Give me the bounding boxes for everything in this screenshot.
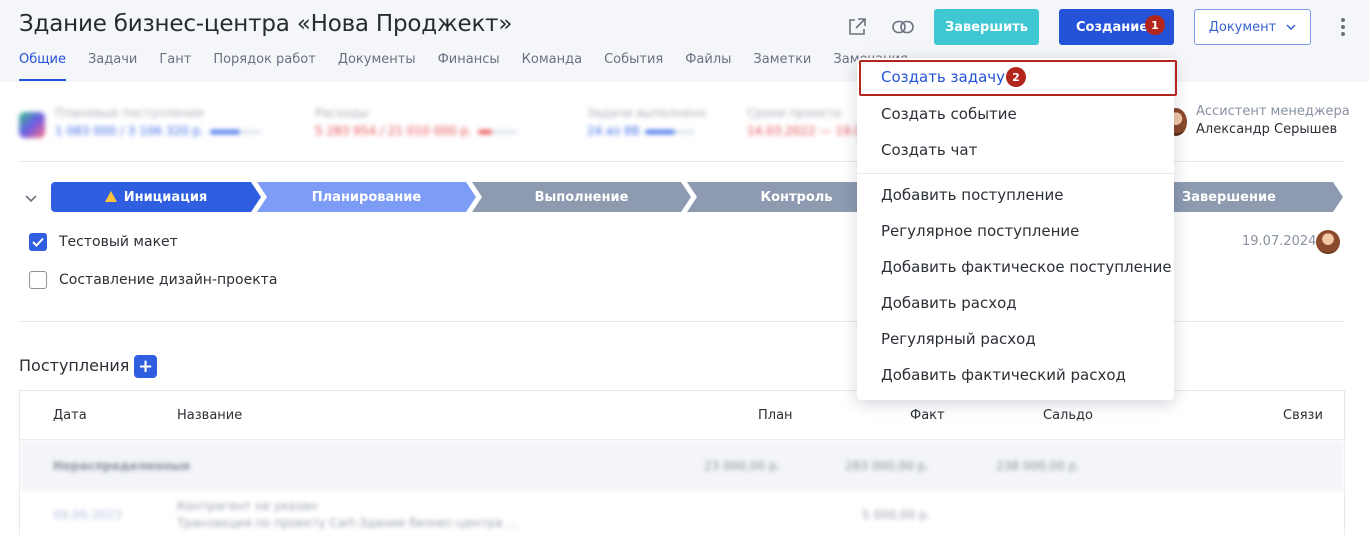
chevron-down-icon: [1286, 24, 1296, 30]
income-section-title: Поступления: [19, 356, 130, 375]
step-badge-2: 2: [1006, 67, 1026, 87]
assistant-manager: Ассистент менеджера Александр Серышев: [1196, 104, 1350, 137]
external-link-icon[interactable]: [847, 17, 867, 37]
menu-item-add-actual-expense[interactable]: Добавить фактический расход: [881, 366, 1126, 384]
menu-item-recurring-income[interactable]: Регулярное поступление: [881, 222, 1079, 240]
document-dropdown[interactable]: Документ: [1194, 9, 1311, 45]
stat-expenses: Расходы 5 283 954 / 21 010 000 р.: [315, 106, 518, 138]
more-options-icon[interactable]: [1338, 16, 1348, 38]
column-saldo[interactable]: Сальдо: [1043, 408, 1093, 423]
checkbox-checked[interactable]: [29, 233, 47, 251]
menu-item-create-chat[interactable]: Создать чат: [881, 141, 977, 159]
stat-planned-income: Плановые поступления 1 083 000 / 3 106 3…: [55, 106, 263, 138]
tab-events[interactable]: События: [604, 52, 663, 80]
checklist-item: Составление дизайн-проекта: [29, 271, 277, 289]
checklist-item: Тестовый макет: [29, 233, 178, 251]
menu-item-add-actual-income[interactable]: Добавить фактическое поступление: [881, 258, 1172, 276]
menu-item-add-income[interactable]: Добавить поступление: [881, 186, 1064, 204]
tab-finance[interactable]: Финансы: [438, 52, 500, 80]
table-row[interactable]: 09.09.2023 Контрагент не указан Транзакц…: [20, 491, 1344, 535]
column-date[interactable]: Дата: [53, 408, 87, 423]
create-dropdown-menu: Создать задачу Создать событие Создать ч…: [857, 58, 1174, 400]
tab-gantt[interactable]: Гант: [159, 52, 191, 80]
stage-planning[interactable]: Планирование: [257, 182, 476, 212]
checklist-label: Составление дизайн-проекта: [59, 272, 278, 288]
tab-team[interactable]: Команда: [522, 52, 582, 80]
table-group-row[interactable]: Нераспределенные 23 000,00 р. 283 000,00…: [20, 441, 1344, 491]
finish-button[interactable]: Завершить: [934, 9, 1039, 45]
link-icon[interactable]: [892, 17, 914, 37]
income-table: Дата Название План Факт Сальдо Связи Нер…: [19, 390, 1345, 535]
tab-work-order[interactable]: Порядок работ: [213, 52, 316, 80]
stage-execution[interactable]: Выполнение: [472, 182, 691, 212]
stage-initiation[interactable]: Инициация: [51, 182, 261, 212]
column-name[interactable]: Название: [177, 408, 242, 423]
menu-divider: [857, 173, 1174, 174]
page-title: Здание бизнес-центра «Нова Проджект»: [19, 11, 513, 37]
tab-documents[interactable]: Документы: [338, 52, 416, 80]
responsible-avatar[interactable]: [1316, 230, 1340, 254]
add-income-button[interactable]: +: [134, 355, 157, 378]
tab-general[interactable]: Общие: [19, 52, 66, 81]
column-plan[interactable]: План: [758, 408, 793, 423]
stat-tasks: Задачи выполнено 24 из 88: [587, 106, 707, 138]
tab-tasks[interactable]: Задачи: [88, 52, 137, 80]
project-logo-icon: [19, 112, 45, 138]
checklist-label: Тестовый макет: [59, 234, 178, 250]
column-fact[interactable]: Факт: [910, 408, 945, 423]
column-links[interactable]: Связи: [1283, 408, 1323, 423]
tab-files[interactable]: Файлы: [685, 52, 731, 80]
menu-item-add-expense[interactable]: Добавить расход: [881, 294, 1017, 312]
menu-item-create-event[interactable]: Создать событие: [881, 105, 1017, 123]
project-page: Здание бизнес-центра «Нова Проджект» Зав…: [0, 0, 1369, 535]
warning-icon: [104, 190, 117, 202]
menu-item-recurring-expense[interactable]: Регулярный расход: [881, 330, 1036, 348]
project-tabs: Общие Задачи Гант Порядок работ Документ…: [19, 52, 930, 81]
step-badge-1: 1: [1145, 15, 1165, 35]
collapse-chevron-icon[interactable]: [24, 190, 38, 204]
document-label: Документ: [1208, 19, 1277, 35]
checklist-date: 19.07.2024: [1242, 234, 1317, 249]
checkbox-unchecked[interactable]: [29, 271, 47, 289]
tab-notes[interactable]: Заметки: [753, 52, 811, 80]
create-button-label: Создание: [1076, 19, 1149, 35]
